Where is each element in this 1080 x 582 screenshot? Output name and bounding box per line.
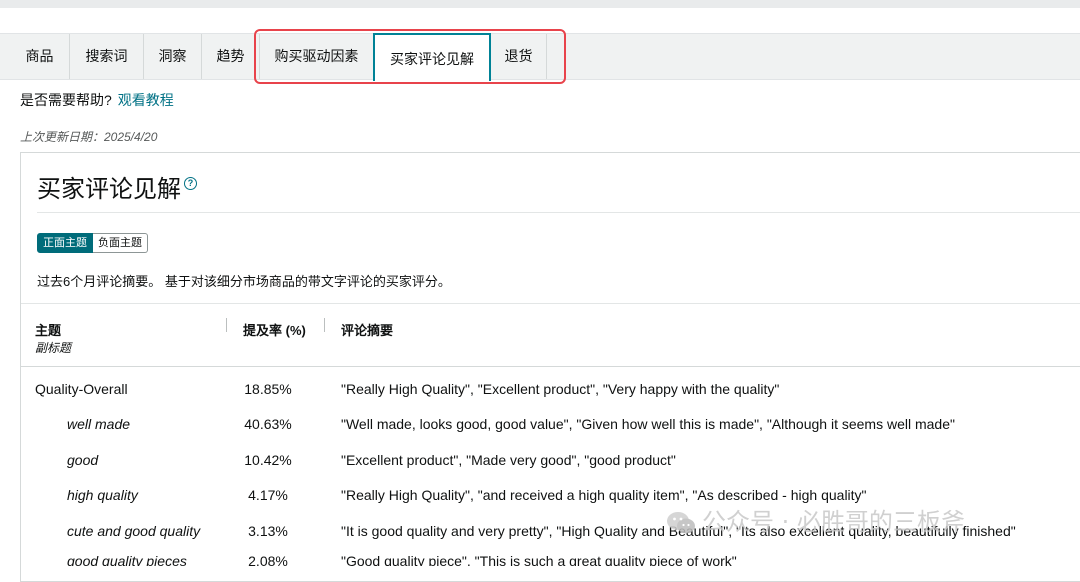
rate-cell: 10.42%: [244, 452, 292, 468]
card-description: 过去6个月评论摘要。 基于对该细分市场商品的带文字评论的买家评分。: [37, 274, 451, 289]
subtopic-cell: well made: [67, 416, 131, 432]
summary-cell: "Really High Quality", "Excellent produc…: [341, 381, 780, 397]
topic-cell: Quality-Overall: [35, 381, 128, 397]
column-divider: [226, 318, 227, 332]
wechat-icon: [667, 512, 695, 534]
subtopic-cell: cute and good quality: [67, 523, 201, 539]
table-header: 主题 副标题 提及率 (%) 评论摘要: [21, 303, 1080, 367]
tab-insights[interactable]: 洞察: [144, 34, 202, 79]
column-divider: [324, 318, 325, 332]
summary-cell: "Well made, looks good, good value", "Gi…: [341, 416, 955, 432]
rate-cell: 18.85%: [244, 381, 292, 397]
negative-theme-button[interactable]: 负面主题: [93, 233, 148, 253]
rate-cell: 2.08%: [248, 555, 288, 566]
tab-review-insights[interactable]: 买家评论见解: [373, 33, 491, 81]
tab-bar: 商品 搜索词 洞察 趋势 购买驱动因素 买家评论见解 退货: [0, 33, 1080, 81]
tab-products[interactable]: 商品: [10, 34, 70, 79]
table-row: well made 40.63% "Well made, looks good,…: [21, 416, 1080, 451]
theme-toggle: 正面主题 负面主题: [37, 233, 148, 253]
tab-purchase-drivers[interactable]: 购买驱动因素: [260, 34, 374, 79]
header-subtopic: 副标题: [35, 341, 72, 355]
subtopic-cell: good quality pieces: [67, 555, 187, 566]
table-row: good 10.42% "Excellent product", "Made v…: [21, 452, 1080, 487]
positive-theme-button[interactable]: 正面主题: [37, 233, 93, 253]
card-title: 买家评论见解: [37, 176, 181, 203]
summary-cell: "Excellent product", "Made very good", "…: [341, 452, 676, 468]
header-topic[interactable]: 主题: [35, 320, 61, 339]
header-summary: 评论摘要: [341, 323, 394, 338]
last-updated: 上次更新日期：2025/4/20: [20, 130, 158, 144]
table-row: good quality pieces 2.08% "Good quality …: [21, 555, 1080, 566]
tab-search-terms[interactable]: 搜索词: [70, 34, 144, 79]
watermark: 公众号 · 必胜哥的三板斧: [666, 502, 965, 537]
tab-returns[interactable]: 退货: [491, 34, 547, 79]
table-row: Quality-Overall 18.85% "Really High Qual…: [21, 381, 1080, 416]
subtopic-cell: high quality: [67, 487, 138, 503]
help-line: 是否需要帮助? 观看教程: [20, 90, 174, 110]
summary-cell: "Good quality piece", "This is such a gr…: [341, 555, 737, 566]
top-strip: [0, 0, 1080, 8]
rate-cell: 4.17%: [248, 487, 288, 503]
header-mention-rate[interactable]: 提及率 (%): [243, 320, 306, 339]
rate-cell: 40.63%: [244, 416, 292, 432]
help-question: 是否需要帮助?: [20, 92, 112, 108]
subtopic-cell: good: [67, 452, 99, 468]
rate-cell: 3.13%: [248, 523, 288, 539]
watermark-text: 公众号 · 必胜哥的三板斧: [702, 508, 965, 536]
question-mark-icon[interactable]: ?: [184, 177, 197, 190]
tab-trends[interactable]: 趋势: [202, 34, 260, 79]
divider: [37, 212, 1080, 213]
summary-cell: "Really High Quality", "and received a h…: [341, 487, 867, 503]
tutorial-link[interactable]: 观看教程: [118, 92, 174, 108]
